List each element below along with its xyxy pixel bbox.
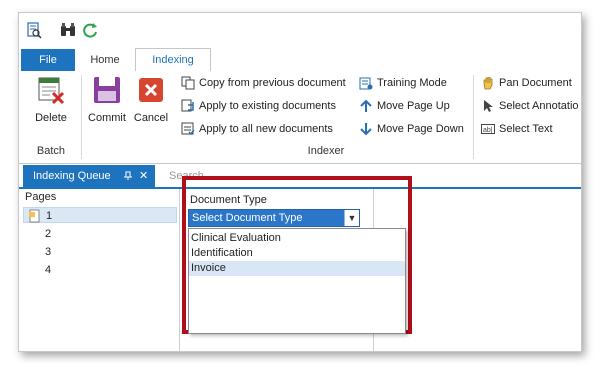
apply-existing-button[interactable]: Apply to existing documents — [181, 96, 336, 116]
hand-icon — [483, 77, 493, 90]
cancel-label: Cancel — [133, 112, 169, 124]
pan-document-label: Pan Document — [499, 77, 572, 89]
save-disk-icon — [94, 77, 120, 103]
apply-all-new-button[interactable]: Apply to all new documents — [181, 119, 333, 139]
ribbon-tabs: File Home Indexing — [19, 48, 581, 72]
apply-existing-label: Apply to existing documents — [199, 100, 336, 112]
select-annotation-button[interactable]: Select Annotatio — [481, 96, 579, 116]
quick-access-toolbar — [19, 13, 581, 47]
arrow-down-icon — [360, 123, 372, 136]
tab-indexing-queue[interactable]: Indexing Queue ✕ — [23, 165, 155, 187]
tab-file[interactable]: File — [21, 49, 75, 71]
cancel-icon — [139, 78, 163, 102]
copy-from-previous-button[interactable]: Copy from previous document — [181, 73, 346, 93]
dropdown-option-identification[interactable]: Identification — [189, 246, 405, 261]
delete-label: Delete — [35, 112, 67, 124]
document-type-select[interactable]: Select Document Type ▼ — [188, 209, 360, 227]
pages-panel: Pages 1 2 3 4 — [23, 189, 180, 351]
select-text-button[interactable]: ab| Select Text — [481, 119, 553, 139]
refresh-icon[interactable] — [81, 21, 99, 39]
close-icon[interactable]: ✕ — [139, 165, 148, 187]
batch-group-label: Batch — [36, 145, 66, 157]
pin-icon[interactable] — [123, 165, 133, 187]
indexer-group-label: Indexer — [307, 145, 345, 157]
indexing-queue-label: Indexing Queue — [33, 170, 111, 182]
page-number: 3 — [45, 246, 52, 258]
copy-from-previous-label: Copy from previous document — [199, 77, 346, 89]
pan-document-button[interactable]: Pan Document — [481, 73, 572, 93]
dropdown-option-clinical-evaluation[interactable]: Clinical Evaluation — [189, 231, 405, 246]
select-text-label: Select Text — [499, 123, 553, 135]
list-item[interactable]: 1 — [23, 207, 177, 223]
training-mode-label: Training Mode — [377, 77, 447, 89]
apply-existing-icon — [181, 99, 194, 112]
list-item[interactable]: 4 — [23, 262, 177, 278]
commit-button[interactable]: Commit — [87, 75, 127, 124]
move-page-down-label: Move Page Down — [377, 123, 464, 135]
svg-text:ab|: ab| — [483, 127, 493, 134]
training-mode-button[interactable]: Training Mode — [359, 73, 447, 93]
document-type-dropdown-list: Clinical Evaluation Identification Invoi… — [188, 228, 406, 334]
dropdown-option-invoice[interactable]: Invoice — [189, 261, 405, 276]
text-select-icon: ab| — [481, 124, 495, 135]
document-type-selected: Select Document Type — [192, 212, 303, 224]
page-number: 2 — [45, 228, 52, 240]
ribbon-panel: Delete Batch Commit Cancel Copy from pre… — [19, 71, 581, 164]
delete-button[interactable]: Delete — [31, 75, 71, 124]
chevron-down-icon[interactable]: ▼ — [344, 210, 359, 226]
tab-home[interactable]: Home — [83, 49, 127, 71]
apply-all-new-icon — [181, 122, 195, 136]
commit-label: Commit — [88, 112, 126, 124]
select-annotation-label: Select Annotatio — [499, 100, 579, 112]
copy-document-icon — [181, 76, 195, 90]
cancel-button[interactable]: Cancel — [131, 75, 171, 124]
document-search-icon[interactable] — [25, 21, 43, 39]
move-page-up-label: Move Page Up — [377, 100, 450, 112]
apply-all-new-label: Apply to all new documents — [199, 123, 333, 135]
training-mode-icon — [359, 77, 373, 90]
move-page-up-button[interactable]: Move Page Up — [359, 96, 450, 116]
binoculars-icon[interactable] — [59, 21, 77, 39]
list-item[interactable]: 2 — [23, 226, 177, 242]
list-item[interactable]: 3 — [23, 244, 177, 260]
tab-indexing[interactable]: Indexing — [135, 48, 211, 72]
group-separator — [473, 75, 474, 159]
group-separator — [81, 75, 82, 159]
page-number: 4 — [45, 264, 52, 276]
page-number: 1 — [46, 210, 53, 222]
move-page-down-button[interactable]: Move Page Down — [359, 119, 464, 139]
cursor-arrow-icon — [484, 100, 493, 113]
arrow-up-icon — [360, 99, 372, 113]
delete-batch-icon — [38, 77, 65, 105]
pages-header: Pages — [25, 191, 57, 203]
document-type-label: Document Type — [190, 194, 267, 206]
